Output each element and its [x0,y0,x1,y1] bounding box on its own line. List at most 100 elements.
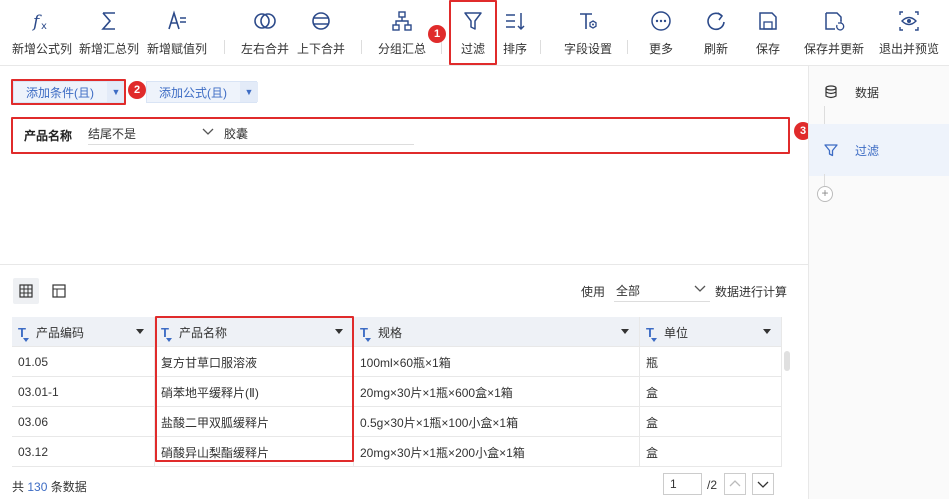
save-button[interactable]: 保存 [752,8,784,60]
total-prefix: 共 [12,480,25,494]
cell-name: 硝苯地平缓释片(Ⅱ) [155,377,354,407]
use-label: 使用 [581,285,606,299]
sort-icon [504,8,526,34]
cell-code: 03.12 [12,437,155,467]
chevron-down-icon [694,282,706,297]
filter-icon [819,143,843,157]
add-condition-label: 添加条件(且) [26,85,94,100]
cell-spec: 0.5g×30片×1瓶×100小盒×1箱 [354,407,640,437]
operator-select[interactable]: 结尾不是 [88,123,218,145]
filter-button[interactable]: 过滤 [451,8,495,60]
filter-condition-row: 产品名称 结尾不是 胶囊 [12,118,790,153]
sigma-icon [99,8,119,34]
toolbar-label: 新增公式列 [11,42,72,56]
more-icon [650,8,672,34]
filter-icon [463,8,483,34]
merge-horizontal-button[interactable]: 左右合并 [238,8,292,60]
refresh-button[interactable]: 刷新 [700,8,732,60]
cell-spec: 20mg×30片×1瓶×600盒×1箱 [354,377,640,407]
total-suffix: 条数据 [50,480,87,494]
page-total: /2 [707,478,718,492]
column-header-spec[interactable]: T 规格 [354,317,640,347]
column-header-name[interactable]: T 产品名称 [155,317,354,347]
refresh-icon [705,8,727,34]
cell-unit: 瓶 [640,347,782,377]
step-marker-1: 1 [428,25,446,43]
step-label: 数据 [855,85,880,100]
add-formula-column-button[interactable]: fx 新增公式列 [11,8,73,60]
section-divider [0,264,808,265]
step-filter[interactable]: 过滤 [809,124,949,176]
next-page-button[interactable] [752,473,774,495]
step-marker-2: 2 [128,81,146,99]
sort-button[interactable]: 排序 [499,8,531,60]
table-scrollbar[interactable] [784,351,790,371]
save-update-icon [823,8,845,34]
sort-caret-icon[interactable] [136,329,144,334]
add-formula-button[interactable]: 添加公式(且) ▼ [146,81,258,103]
cell-unit: 盒 [640,407,782,437]
add-summary-column-button[interactable]: 新增汇总列 [78,8,140,60]
field-settings-button[interactable]: 字段设置 [560,8,616,60]
chevron-up-icon [729,480,741,487]
toolbar-label: 保存 [755,42,780,56]
add-formula-label: 添加公式(且) [159,85,227,100]
chevron-down-icon [202,125,214,140]
chevron-down-icon[interactable]: ▼ [107,82,125,102]
chevron-down-icon[interactable]: ▼ [240,82,258,102]
table-row: 03.12 硝酸异山梨酯缓释片 20mg×30片×1瓶×200小盒×1箱 盒 [12,437,782,467]
toolbar-label: 新增赋值列 [146,42,207,56]
filter-value-input[interactable]: 胶囊 [218,123,414,145]
toolbar-label: 分组汇总 [377,42,426,56]
column-header-code[interactable]: T 产品编码 [12,317,155,347]
toolbar-label: 刷新 [703,42,728,56]
more-button[interactable]: 更多 [645,8,677,60]
cell-name: 复方甘草口服溶液 [155,347,354,377]
chevron-down-icon [757,481,769,488]
sort-caret-icon[interactable] [335,329,343,334]
toolbar-label: 新增汇总列 [78,42,139,56]
toolbar-divider [361,40,362,54]
add-condition-button[interactable]: 添加条件(且) ▼ [13,81,125,103]
sort-caret-icon[interactable] [621,329,629,334]
step-data[interactable]: 数据 [809,66,949,118]
text-type-icon: T [360,324,371,342]
data-scope-value: 全部 [616,284,641,298]
cell-code: 01.05 [12,347,155,377]
merge-vertical-button[interactable]: 上下合并 [294,8,348,60]
column-header-label: 单位 [663,325,688,340]
toolbar-label: 过滤 [460,42,485,56]
layout-icon [52,284,66,298]
column-header-label: 产品编码 [35,325,84,340]
total-count: 共 130 条数据 [12,478,87,495]
add-step-button[interactable]: + [817,186,833,202]
column-header-unit[interactable]: T 单位 [640,317,782,347]
database-icon [819,85,843,99]
group-summary-button[interactable]: 分组汇总 [376,8,428,60]
pivot-view-toggle[interactable] [46,278,72,304]
add-assign-column-button[interactable]: 新增赋值列 [146,8,208,60]
merge-vertical-icon [310,8,332,34]
table-row: 03.06 盐酸二甲双胍缓释片 0.5g×30片×1瓶×100小盒×1箱 盒 [12,407,782,437]
function-icon: fx [31,8,53,34]
page-input[interactable]: 1 [663,473,702,495]
table-header-row: T 产品编码 T 产品名称 T 规格 T 单位 [12,317,782,347]
cell-unit: 盒 [640,377,782,407]
save-and-update-button[interactable]: 保存并更新 [802,8,866,60]
operator-value: 结尾不是 [88,127,137,141]
prev-page-button[interactable] [724,473,746,495]
step-label: 过滤 [855,143,880,158]
exit-and-preview-button[interactable]: 退出并预览 [877,8,941,60]
text-type-icon: T [18,324,29,342]
toolbar-label: 左右合并 [240,42,289,56]
column-header-label: 产品名称 [178,325,227,340]
cell-code: 03.06 [12,407,155,437]
cell-spec: 100ml×60瓶×1箱 [354,347,640,377]
cell-spec: 20mg×30片×1瓶×200小盒×1箱 [354,437,640,467]
data-scope-select[interactable]: 全部 [614,280,710,302]
sort-caret-icon[interactable] [763,329,771,334]
filter-field-label: 产品名称 [24,129,73,143]
grid-view-toggle[interactable] [13,278,39,304]
table-row: 03.01-1 硝苯地平缓释片(Ⅱ) 20mg×30片×1瓶×600盒×1箱 盒 [12,377,782,407]
preview-icon [898,8,920,34]
